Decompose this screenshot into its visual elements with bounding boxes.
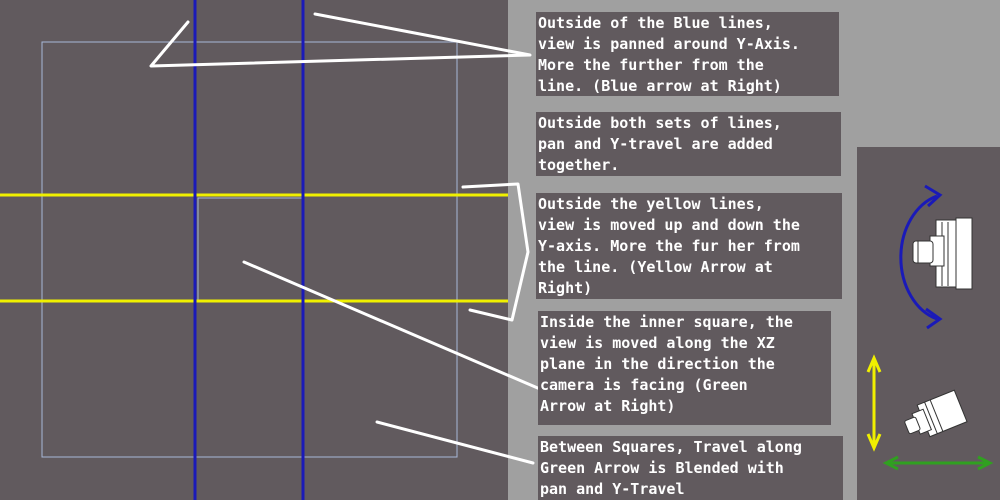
note-between-squares: Between Squares, Travel along Green Arro… (538, 436, 843, 500)
camera-control-diagram (0, 0, 1000, 500)
note-yellow-lines: Outside the yellow lines, view is moved … (536, 193, 842, 299)
note-inner-square: Inside the inner square, the view is mov… (538, 311, 831, 425)
note-both-lines: Outside both sets of lines, pan and Y-tr… (536, 112, 841, 176)
note-blue-lines: Outside of the Blue lines, view is panne… (536, 12, 839, 96)
